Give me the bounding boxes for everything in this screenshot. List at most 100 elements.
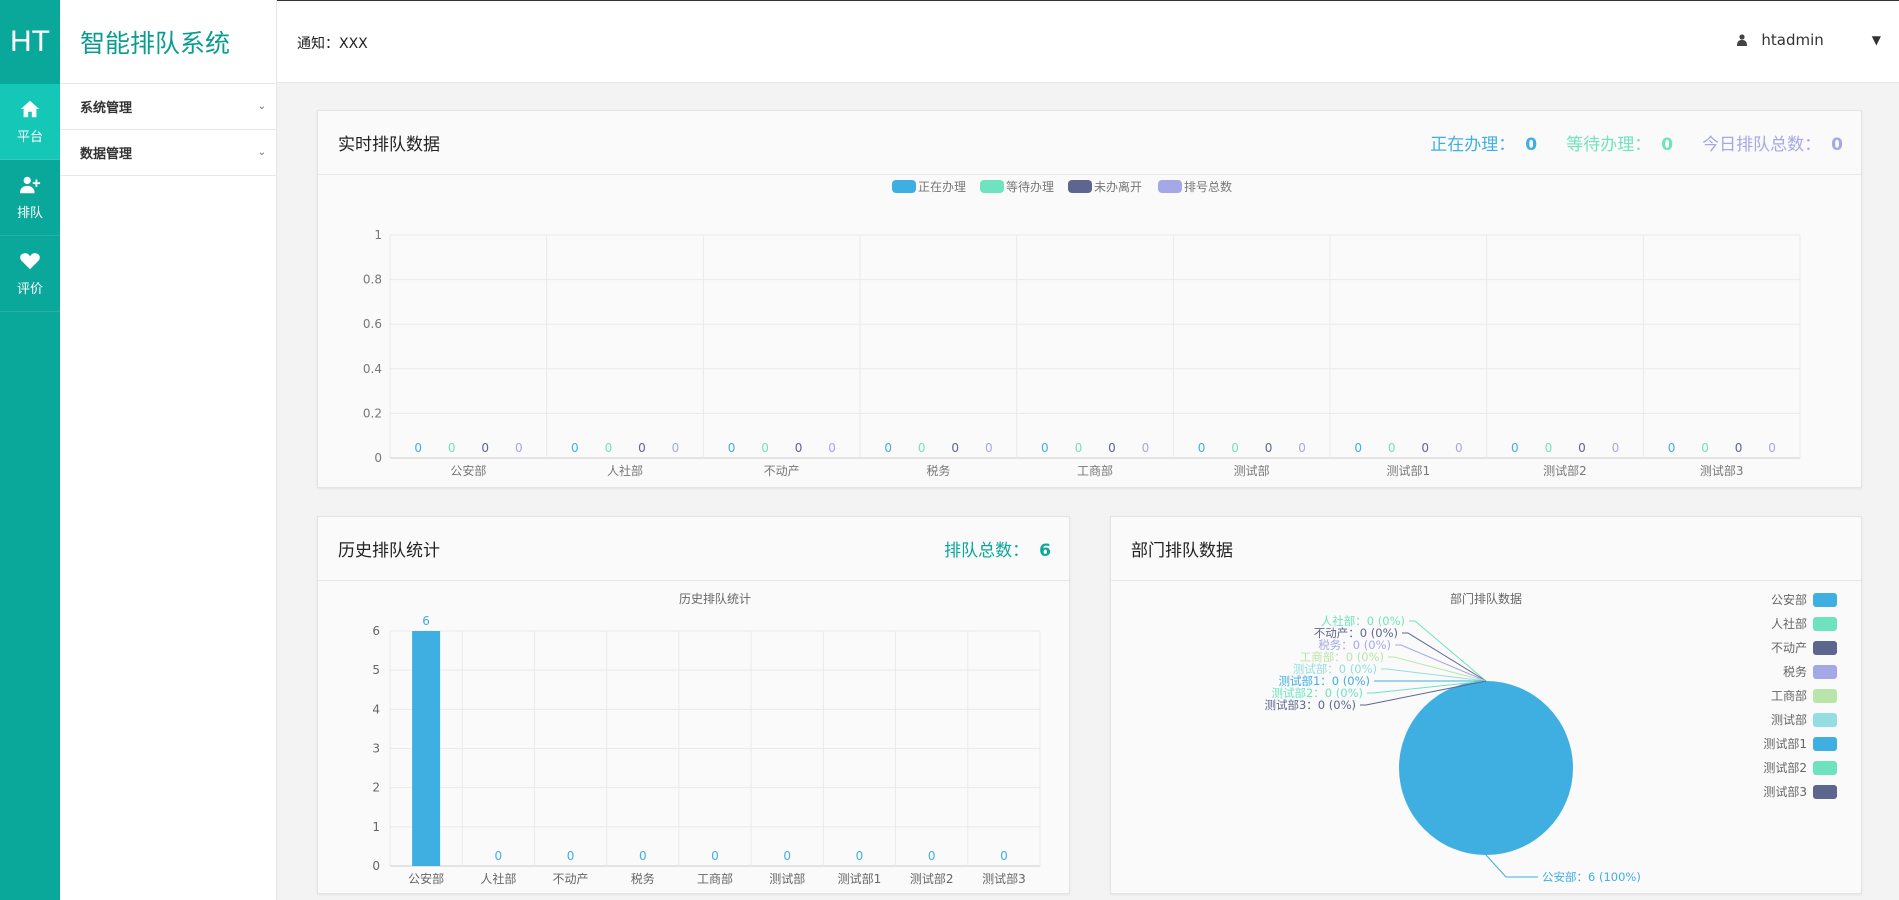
- legend-swatch: [1813, 617, 1837, 631]
- legend-label: 等待办理: [1006, 179, 1054, 194]
- realtime-chart: 正在办理 等待办理 未办离开 排号总数 0 0.2 0.4 0.6 0.8 1 公安部 0 0 0 0 人社部…: [363, 179, 1801, 478]
- data-label: 0: [928, 849, 936, 863]
- data-label: 0: [795, 441, 803, 455]
- sidebar-item-system-management[interactable]: 系统管理 ⌄: [60, 84, 276, 130]
- data-label: 0: [783, 849, 791, 863]
- data-label: 0: [1768, 441, 1776, 455]
- x-tick-label: 税务: [631, 871, 655, 886]
- data-label: 0: [1388, 441, 1396, 455]
- y-tick-label: 0: [372, 859, 380, 873]
- bar: [412, 631, 441, 866]
- data-label: 0: [1265, 441, 1273, 455]
- x-tick-label: 测试部2: [1543, 463, 1587, 478]
- data-label: 0: [448, 441, 456, 455]
- data-label: 0: [1511, 441, 1519, 455]
- y-tick-label: 4: [372, 702, 380, 716]
- legend-swatch: [892, 180, 916, 193]
- slice-label: 测试部3：0 (0%): [1264, 698, 1356, 712]
- legend-swatch: [1813, 593, 1837, 607]
- top-bar: 通知：XXX htadmin ▼: [277, 0, 1899, 83]
- rail-item-evaluation[interactable]: 评价: [0, 236, 60, 312]
- y-tick-label: 0: [374, 451, 382, 465]
- x-tick-label: 不动产: [553, 872, 589, 886]
- stat-label: 等待办理：: [1566, 135, 1652, 155]
- user-menu[interactable]: htadmin ▼: [1737, 31, 1881, 49]
- legend-swatch: [1813, 641, 1837, 655]
- username: htadmin: [1761, 31, 1824, 49]
- x-tick-label: 工商部: [1077, 463, 1113, 478]
- y-tick-label: 0.4: [363, 362, 382, 376]
- legend-label: 不动产: [1771, 641, 1807, 655]
- notice: 通知：XXX: [297, 33, 368, 53]
- data-label: 0: [1198, 441, 1206, 455]
- legend-swatch: [1813, 689, 1837, 703]
- rail-item-label: 评价: [16, 282, 43, 297]
- legend-label: 公安部: [1771, 592, 1807, 607]
- stat-label: 排队总数：: [944, 541, 1030, 561]
- legend-swatch: [1813, 785, 1837, 799]
- data-label: 0: [638, 441, 646, 455]
- y-tick-label: 0.2: [363, 406, 382, 420]
- sidebar-item-data-management[interactable]: 数据管理 ⌄: [60, 130, 276, 176]
- data-label: 0: [481, 441, 489, 455]
- x-tick-label: 测试部1: [838, 871, 882, 886]
- data-label: 0: [414, 441, 422, 455]
- y-tick-label: 0.6: [363, 317, 382, 331]
- legend-label: 税务: [1783, 664, 1807, 679]
- x-tick-label: 人社部: [480, 871, 516, 886]
- data-label: 0: [951, 441, 959, 455]
- system-title: 智能排队系统: [60, 0, 276, 84]
- legend-swatch: [1068, 180, 1092, 193]
- dept-pie-chart: 部门排队数据人社部：0 (0%)不动产：0 (0%)税务：0 (0%)工商部：0…: [1264, 591, 1837, 884]
- data-label: 0: [495, 849, 503, 863]
- app-rail: HT 平台 排队 评价: [0, 0, 60, 900]
- rail-item-platform[interactable]: 平台: [0, 84, 60, 160]
- data-label: 0: [856, 849, 864, 863]
- data-label: 0: [571, 441, 579, 455]
- data-label: 0: [1231, 441, 1239, 455]
- legend-swatch: [1813, 761, 1837, 775]
- data-label: 0: [1041, 441, 1049, 455]
- label-leader-line: [1485, 854, 1538, 878]
- stat-today-total: 今日排队总数： 0: [1702, 135, 1843, 155]
- stat-value: 6: [1039, 541, 1051, 561]
- y-tick-label: 6: [372, 624, 380, 638]
- data-label: 0: [1298, 441, 1306, 455]
- legend-swatch: [1813, 737, 1837, 751]
- data-label: 0: [761, 441, 769, 455]
- legend-label: 未办离开: [1094, 179, 1142, 194]
- realtime-stats: 正在办理： 0 等待办理： 0 今日排队总数： 0: [1406, 130, 1843, 155]
- chart-title: 部门排队数据: [1450, 591, 1522, 606]
- user-plus-icon: [19, 176, 41, 194]
- rail-item-queue[interactable]: 排队: [0, 160, 60, 236]
- x-tick-label: 税务: [926, 463, 950, 478]
- legend-swatch: [1158, 180, 1182, 193]
- legend-label: 测试部3: [1763, 784, 1807, 799]
- data-label: 0: [1668, 441, 1676, 455]
- data-label: 0: [567, 849, 575, 863]
- data-label: 0: [1545, 441, 1553, 455]
- data-label: 0: [918, 441, 926, 455]
- chevron-down-icon: ⌄: [257, 147, 266, 158]
- app-logo: HT: [10, 25, 50, 58]
- history-panel: 历史排队统计 排队总数： 6 历史排队统计 0 1 2 3 4 5 6 6 公安部 0 人社部 0 不动产 0…: [317, 516, 1070, 894]
- data-label: 0: [1735, 441, 1743, 455]
- data-label: 0: [1000, 849, 1008, 863]
- y-tick-label: 1: [374, 228, 382, 242]
- x-tick-label: 测试部1: [1387, 463, 1431, 478]
- sidebar: 智能排队系统 系统管理 ⌄ 数据管理 ⌄: [60, 0, 277, 900]
- data-label: 0: [515, 441, 523, 455]
- y-tick-label: 1: [372, 820, 380, 834]
- data-label: 0: [1701, 441, 1709, 455]
- x-tick-label: 公安部: [408, 871, 444, 886]
- legend-label: 测试部1: [1763, 736, 1807, 751]
- stat-label: 今日排队总数：: [1702, 135, 1822, 155]
- dept-panel-header: 部门排队数据: [1111, 517, 1861, 581]
- stat-value: 0: [1661, 135, 1674, 155]
- x-tick-label: 人社部: [607, 463, 643, 478]
- chart-title: 历史排队统计: [679, 591, 751, 606]
- stat-label: 正在办理：: [1430, 135, 1516, 155]
- rail-item-label: 排队: [16, 206, 43, 221]
- data-label: 0: [605, 441, 613, 455]
- y-tick-label: 3: [372, 742, 380, 756]
